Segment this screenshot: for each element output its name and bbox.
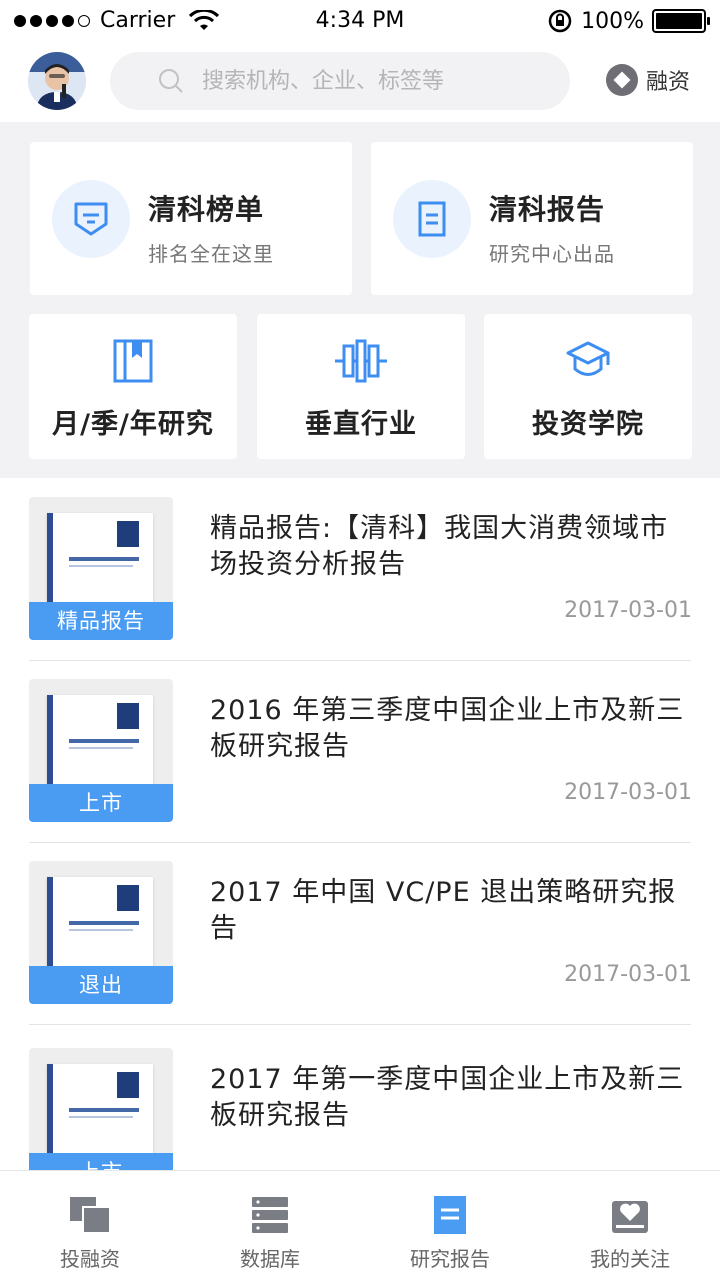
list-item[interactable]: 上市 2016 年第三季度中国企业上市及新三板研究报告 2017-03-01 [0, 660, 720, 843]
signal-strength-icon [14, 14, 90, 27]
ranking-badge-icon [74, 202, 108, 236]
finance-button[interactable]: 融资 [606, 64, 690, 96]
status-bar: Carrier 4:34 PM 100% [0, 0, 720, 42]
heart-follow-icon [612, 1201, 648, 1233]
investment-icon [70, 1197, 111, 1234]
list-item[interactable]: 退出 2017 年中国 VC/PE 退出策略研究报告 2017-03-01 [0, 842, 720, 1025]
bottom-tab-bar: 投融资 数据库 研究报告 我的关注 [0, 1170, 720, 1280]
report-icon-circle [393, 180, 471, 258]
category-label: 投资学院 [532, 409, 644, 440]
ranking-card-subtitle: 排名全在这里 [148, 242, 274, 266]
list-item[interactable]: 精品报告 精品报告:【清科】我国大消费领域市场投资分析报告 2017-03-01 [0, 478, 720, 661]
report-thumbnail: 退出 [29, 861, 173, 1004]
report-thumbnail: 上市 [29, 679, 173, 822]
tab-database[interactable]: 数据库 [180, 1171, 360, 1280]
report-card[interactable]: 清科报告 研究中心出品 [371, 142, 693, 295]
report-thumbnail: 上市 [29, 1048, 173, 1170]
ranking-card[interactable]: 清科榜单 排名全在这里 [30, 142, 352, 295]
report-thumbnail: 精品报告 [29, 497, 173, 640]
top-header: 融资 [0, 42, 720, 122]
research-report-icon [434, 1196, 466, 1234]
list-item[interactable]: 上市 2017 年第一季度中国企业上市及新三板研究报告 [0, 1029, 720, 1170]
wifi-icon [189, 9, 220, 30]
category-periodic-research[interactable]: 月/季/年研究 [29, 314, 237, 459]
tab-label: 我的关注 [590, 1247, 670, 1271]
carrier-label: Carrier [100, 8, 176, 33]
ranking-card-title: 清科榜单 [148, 193, 265, 226]
search-input[interactable] [202, 68, 542, 94]
bookmark-book-icon [113, 339, 153, 383]
report-title: 2017 年中国 VC/PE 退出策略研究报告 [210, 877, 677, 944]
report-tag: 上市 [29, 1153, 173, 1170]
report-title: 2017 年第一季度中国企业上市及新三板研究报告 [210, 1064, 685, 1131]
report-card-subtitle: 研究中心出品 [489, 242, 615, 266]
report-title: 精品报告:【清科】我国大消费领域市场投资分析报告 [210, 513, 669, 580]
avatar[interactable] [28, 52, 86, 110]
report-document-icon [418, 201, 446, 237]
graduation-cap-icon [566, 341, 610, 376]
tab-investment[interactable]: 投融资 [0, 1171, 180, 1280]
tab-my-follows[interactable]: 我的关注 [540, 1171, 720, 1280]
report-tag: 精品报告 [29, 602, 173, 640]
category-label: 垂直行业 [305, 409, 417, 440]
battery-fill [656, 13, 702, 29]
search-bar[interactable] [110, 52, 570, 110]
report-date: 2017-03-01 [564, 962, 692, 987]
industry-bars-icon [335, 339, 387, 383]
tab-label: 投融资 [60, 1247, 120, 1271]
database-icon [252, 1197, 288, 1233]
report-date: 2017-03-01 [564, 780, 692, 805]
report-date: 2017-03-01 [564, 598, 692, 623]
tab-research-report[interactable]: 研究报告 [360, 1171, 540, 1280]
report-card-title: 清科报告 [489, 193, 606, 226]
report-title: 2016 年第三季度中国企业上市及新三板研究报告 [210, 695, 685, 762]
finance-label: 融资 [646, 70, 691, 95]
search-icon [159, 69, 183, 93]
feature-grid: 清科榜单 排名全在这里 清科报告 研究中心出品 月/季/年研究 垂直行业 投资学… [0, 122, 720, 478]
ranking-icon-circle [52, 180, 130, 258]
status-left: Carrier [14, 8, 220, 33]
category-vertical-industry[interactable]: 垂直行业 [257, 314, 465, 459]
status-right: 100% [547, 8, 710, 34]
report-tag: 上市 [29, 784, 173, 822]
tab-label: 数据库 [240, 1247, 300, 1271]
battery-percent: 100% [581, 8, 644, 34]
divider [29, 1024, 691, 1025]
report-tag: 退出 [29, 966, 173, 1004]
rotation-lock-icon [548, 9, 572, 33]
category-investment-academy[interactable]: 投资学院 [484, 314, 692, 459]
category-label: 月/季/年研究 [52, 409, 214, 440]
battery-icon [652, 9, 710, 33]
tab-label: 研究报告 [410, 1247, 490, 1271]
report-list: 精品报告 精品报告:【清科】我国大消费领域市场投资分析报告 2017-03-01… [0, 478, 720, 1170]
finance-diamond-icon [606, 64, 638, 96]
